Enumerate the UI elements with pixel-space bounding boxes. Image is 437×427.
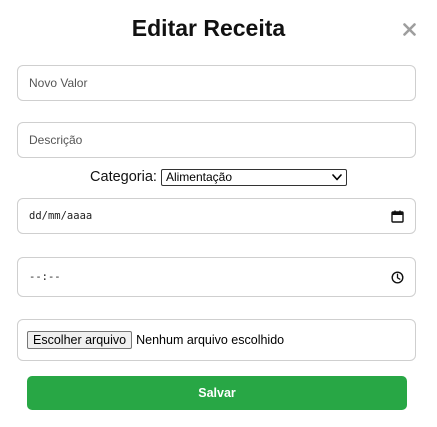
clock-button[interactable] bbox=[391, 270, 404, 284]
category-select[interactable]: Alimentação bbox=[160, 168, 347, 186]
chevron-down-icon bbox=[332, 173, 342, 180]
value-placeholder: Novo Valor bbox=[29, 76, 88, 90]
date-placeholder: dd/mm/aaaa bbox=[29, 210, 93, 222]
description-input[interactable]: Descrição bbox=[17, 122, 416, 158]
save-button[interactable]: Salvar bbox=[27, 376, 407, 410]
file-input[interactable]: Escolher arquivo Nenhum arquivo escolhid… bbox=[17, 319, 416, 361]
date-input[interactable]: dd/mm/aaaa bbox=[17, 198, 416, 234]
time-placeholder: --:-- bbox=[29, 271, 61, 283]
category-label: Categoria: bbox=[90, 169, 157, 185]
close-button[interactable] bbox=[399, 19, 419, 39]
category-row: Categoria: Alimentação bbox=[0, 167, 437, 187]
modal-title: Editar Receita bbox=[131, 15, 286, 41]
time-input[interactable]: --:-- bbox=[17, 257, 416, 297]
calendar-button[interactable] bbox=[391, 210, 404, 223]
close-icon bbox=[402, 22, 416, 36]
choose-file-button[interactable]: Escolher arquivo bbox=[27, 331, 133, 349]
value-input[interactable]: Novo Valor bbox=[17, 65, 416, 101]
category-selected-value: Alimentação bbox=[165, 170, 232, 184]
file-status-text: Nenhum arquivo escolhido bbox=[136, 333, 285, 347]
clock-icon bbox=[391, 270, 404, 284]
description-placeholder: Descrição bbox=[29, 133, 83, 147]
calendar-icon bbox=[391, 210, 404, 223]
